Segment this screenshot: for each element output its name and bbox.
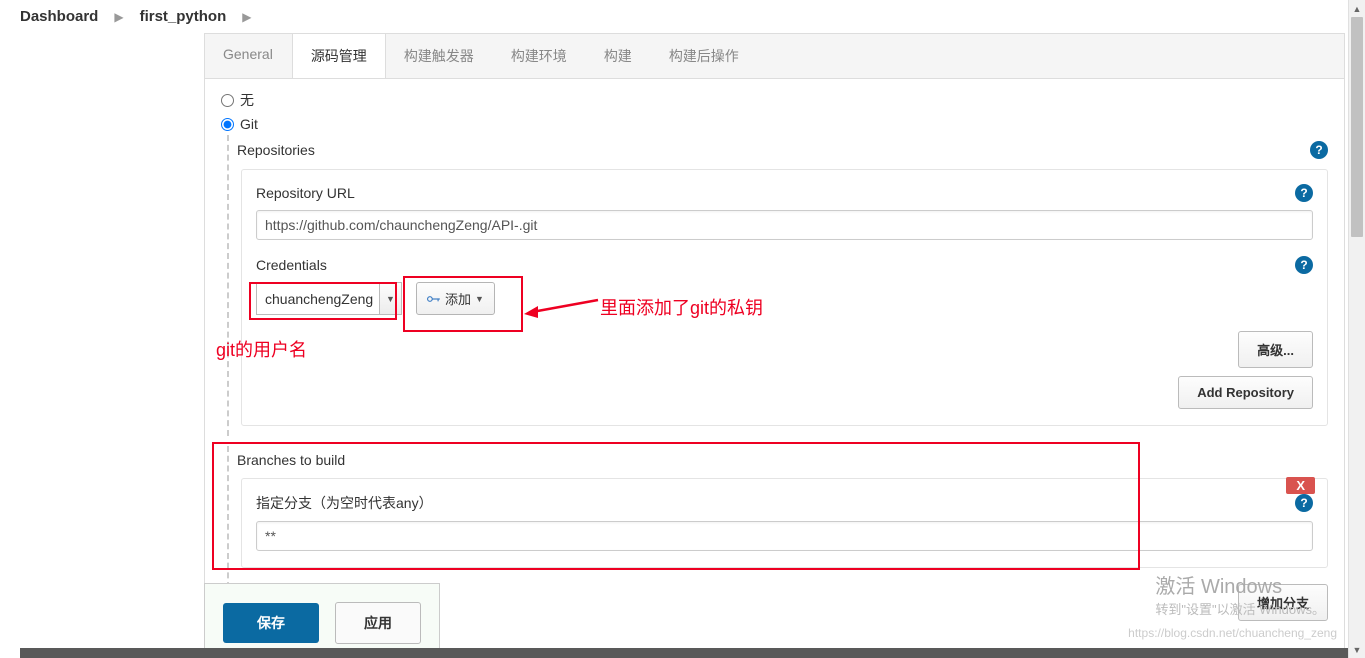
credentials-label: Credentials — [256, 257, 327, 273]
tab-env[interactable]: 构建环境 — [493, 34, 586, 78]
add-credentials-button[interactable]: 添加 ▼ — [416, 282, 495, 315]
help-icon[interactable]: ? — [1295, 256, 1313, 274]
branch-spec-label: 指定分支（为空时代表any） — [256, 493, 433, 513]
scm-none-radio[interactable] — [221, 94, 234, 107]
scm-git-row[interactable]: Git — [217, 113, 1332, 135]
tab-general[interactable]: General — [205, 34, 292, 78]
windows-activation-watermark: 激活 Windows 转到"设置"以激活 Windows。 — [1155, 570, 1325, 618]
repositories-title: Repositories — [237, 142, 315, 158]
scroll-up-icon[interactable]: ▲ — [1349, 0, 1365, 17]
config-panel: General 源码管理 构建触发器 构建环境 构建 构建后操作 无 Git R… — [204, 33, 1345, 658]
credentials-select[interactable]: chuanchengZeng — [256, 283, 380, 315]
key-icon — [427, 294, 441, 304]
watermark-title: 激活 Windows — [1155, 570, 1325, 599]
save-button[interactable]: 保存 — [223, 603, 319, 643]
scm-git-label: Git — [240, 116, 258, 132]
branch-spec-input[interactable] — [256, 521, 1313, 551]
chevron-down-icon: ▼ — [475, 294, 484, 304]
bottom-bar — [20, 648, 1365, 658]
watermark-url: https://blog.csdn.net/chuancheng_zeng — [1128, 626, 1337, 640]
help-icon[interactable]: ? — [1295, 184, 1313, 202]
branches-title: Branches to build — [237, 452, 345, 468]
tab-postbuild[interactable]: 构建后操作 — [651, 34, 758, 78]
vertical-scrollbar[interactable]: ▲ ▼ — [1348, 0, 1365, 658]
scm-none-row[interactable]: 无 — [217, 87, 1332, 113]
repo-url-label: Repository URL — [256, 185, 355, 201]
apply-button[interactable]: 应用 — [335, 602, 421, 644]
tab-scm[interactable]: 源码管理 — [292, 34, 386, 78]
breadcrumb: Dashboard ▶ first_python ▶ — [0, 0, 1365, 33]
branch-group: X 指定分支（为空时代表any） ? — [241, 478, 1328, 568]
advanced-button[interactable]: 高级... — [1238, 331, 1313, 368]
breadcrumb-item-project[interactable]: first_python — [140, 8, 227, 25]
repository-group: Repository URL ? Credentials ? chuanchen… — [241, 169, 1328, 426]
watermark-sub: 转到"设置"以激活 Windows。 — [1155, 599, 1325, 618]
credentials-dropdown-icon[interactable]: ▼ — [380, 282, 402, 315]
add-repository-button[interactable]: Add Repository — [1178, 376, 1313, 409]
delete-branch-button[interactable]: X — [1286, 477, 1315, 494]
repositories-section: Repositories ? Repository URL ? Credenti… — [227, 135, 1332, 436]
help-icon[interactable]: ? — [1295, 494, 1313, 512]
config-tabs: General 源码管理 构建触发器 构建环境 构建 构建后操作 — [204, 33, 1345, 79]
breadcrumb-item-dashboard[interactable]: Dashboard — [20, 8, 98, 25]
repo-url-input[interactable] — [256, 210, 1313, 240]
breadcrumb-sep-icon: ▶ — [242, 10, 251, 24]
tab-build[interactable]: 构建 — [586, 34, 651, 78]
help-icon[interactable]: ? — [1310, 141, 1328, 159]
scroll-down-icon[interactable]: ▼ — [1349, 641, 1365, 658]
scm-none-label: 无 — [240, 90, 254, 110]
scm-git-radio[interactable] — [221, 118, 234, 131]
add-credentials-label: 添加 — [445, 289, 471, 308]
credentials-row: chuanchengZeng ▼ 添加 ▼ — [256, 282, 1313, 315]
scroll-thumb[interactable] — [1351, 17, 1363, 237]
breadcrumb-sep-icon: ▶ — [114, 10, 123, 24]
footer-actions: 保存 应用 — [204, 583, 440, 648]
tab-triggers[interactable]: 构建触发器 — [386, 34, 493, 78]
